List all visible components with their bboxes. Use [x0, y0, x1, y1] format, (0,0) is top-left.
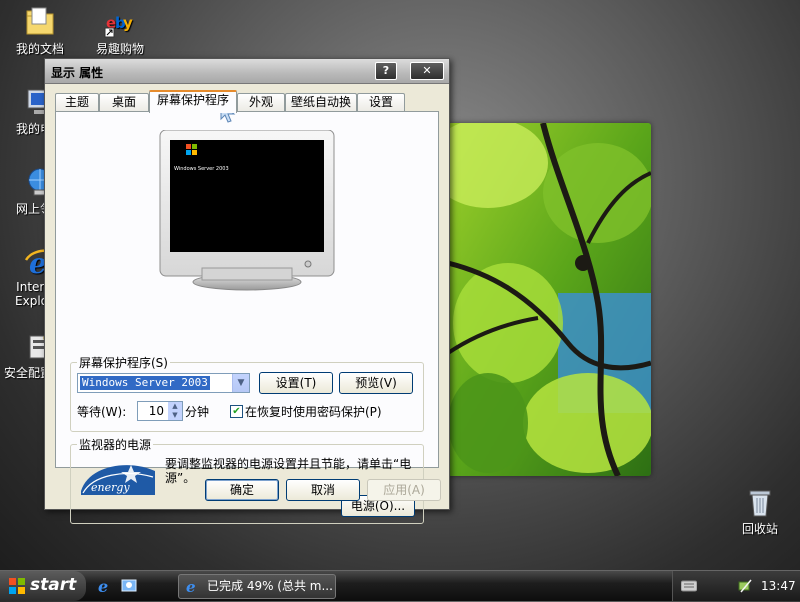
screensaver-group: 屏幕保护程序(S) Windows Server 2003 ▼ 设置(T) 预览… [70, 354, 424, 432]
folder-icon [24, 6, 56, 38]
display-properties-dialog: 显示 属性 ? ✕ 主题 桌面 屏幕保护程序 外观 壁纸自动换 设置 Windo… [44, 58, 450, 524]
windows-logo-icon [8, 577, 26, 600]
screensaver-group-legend: 屏幕保护程序(S) [77, 354, 170, 371]
ebay-icon: eby [104, 6, 136, 38]
energy-logo-text: energy [91, 481, 130, 494]
screensaver-selected-value: Windows Server 2003 [80, 376, 210, 390]
screensaver-select[interactable]: Windows Server 2003 ▼ [77, 373, 250, 393]
help-button[interactable]: ? [375, 62, 397, 80]
dialog-title-bar[interactable]: 显示 属性 ? ✕ [45, 59, 449, 84]
svg-text:y: y [123, 14, 133, 32]
spinner-arrows-icon[interactable]: ▲ ▼ [168, 402, 182, 420]
password-checkbox-label[interactable]: 在恢复时使用密码保护(P) [245, 403, 382, 420]
tab-desktop[interactable]: 桌面 [99, 93, 149, 111]
tab-appearance[interactable]: 外观 [237, 93, 285, 111]
chevron-down-icon[interactable]: ▼ [232, 374, 249, 392]
wait-unit-label: 分钟 [185, 405, 210, 419]
desktop-icon-ebay-shopping[interactable]: eby 易趣购物 [82, 6, 158, 57]
tab-themes[interactable]: 主题 [55, 93, 99, 111]
energy-star-logo: energy [79, 457, 157, 497]
task-ie-icon: e [185, 578, 201, 602]
tab-screensaver[interactable]: 屏幕保护程序 [149, 90, 237, 113]
password-checkbox[interactable]: ✔ [230, 405, 243, 418]
start-button[interactable]: start [0, 571, 86, 601]
preview-screen-text: Windows Server 2003 [174, 166, 229, 172]
taskbar-task-download[interactable]: e 已完成 49% (总共 m... [178, 574, 336, 599]
recycle-bin-icon [744, 486, 776, 518]
monitor-preview: Windows Server 2003 [158, 129, 336, 292]
network-status-icon[interactable] [737, 578, 753, 597]
close-button[interactable]: ✕ [410, 62, 444, 80]
desktop-icon-recycle-bin[interactable]: 回收站 [722, 486, 798, 537]
start-label: start [30, 575, 77, 595]
tab-settings[interactable]: 设置 [357, 93, 405, 111]
power-group-legend: 监视器的电源 [77, 436, 154, 453]
task-label: 已完成 49% (总共 m... [207, 579, 333, 593]
clock[interactable]: 13:47 [761, 579, 796, 593]
screensaver-settings-button[interactable]: 设置(T) [259, 372, 333, 394]
svg-text:e: e [98, 577, 108, 595]
quicklaunch-ie-icon[interactable]: e [96, 577, 114, 598]
wait-minutes-spinner[interactable]: 10 ▲ ▼ [137, 401, 183, 421]
system-tray: 13:47 [672, 571, 800, 601]
ok-button[interactable]: 确定 [205, 479, 279, 501]
screensaver-preview-button[interactable]: 预览(V) [339, 372, 413, 394]
quicklaunch-show-desktop-icon[interactable] [120, 577, 138, 598]
dialog-title: 显示 属性 [51, 66, 104, 80]
wait-label: 等待(W): [77, 405, 127, 419]
desktop-icon-my-documents[interactable]: 我的文档 [2, 6, 78, 57]
tab-wallpaper-changer[interactable]: 壁纸自动换 [285, 93, 357, 111]
svg-text:e: e [186, 578, 196, 594]
desktop-photo-widget [448, 123, 651, 476]
wait-minutes-value: 10 [148, 404, 164, 418]
keyboard-icon[interactable] [680, 580, 698, 595]
taskbar: start e e 已完成 49% (总共 m... 13:47 [0, 570, 800, 601]
cancel-button[interactable]: 取消 [286, 479, 360, 501]
apply-button[interactable]: 应用(A) [367, 479, 441, 501]
screensaver-tab-panel: Windows Server 2003 屏幕保护程序(S) Windows Se… [55, 111, 439, 524]
